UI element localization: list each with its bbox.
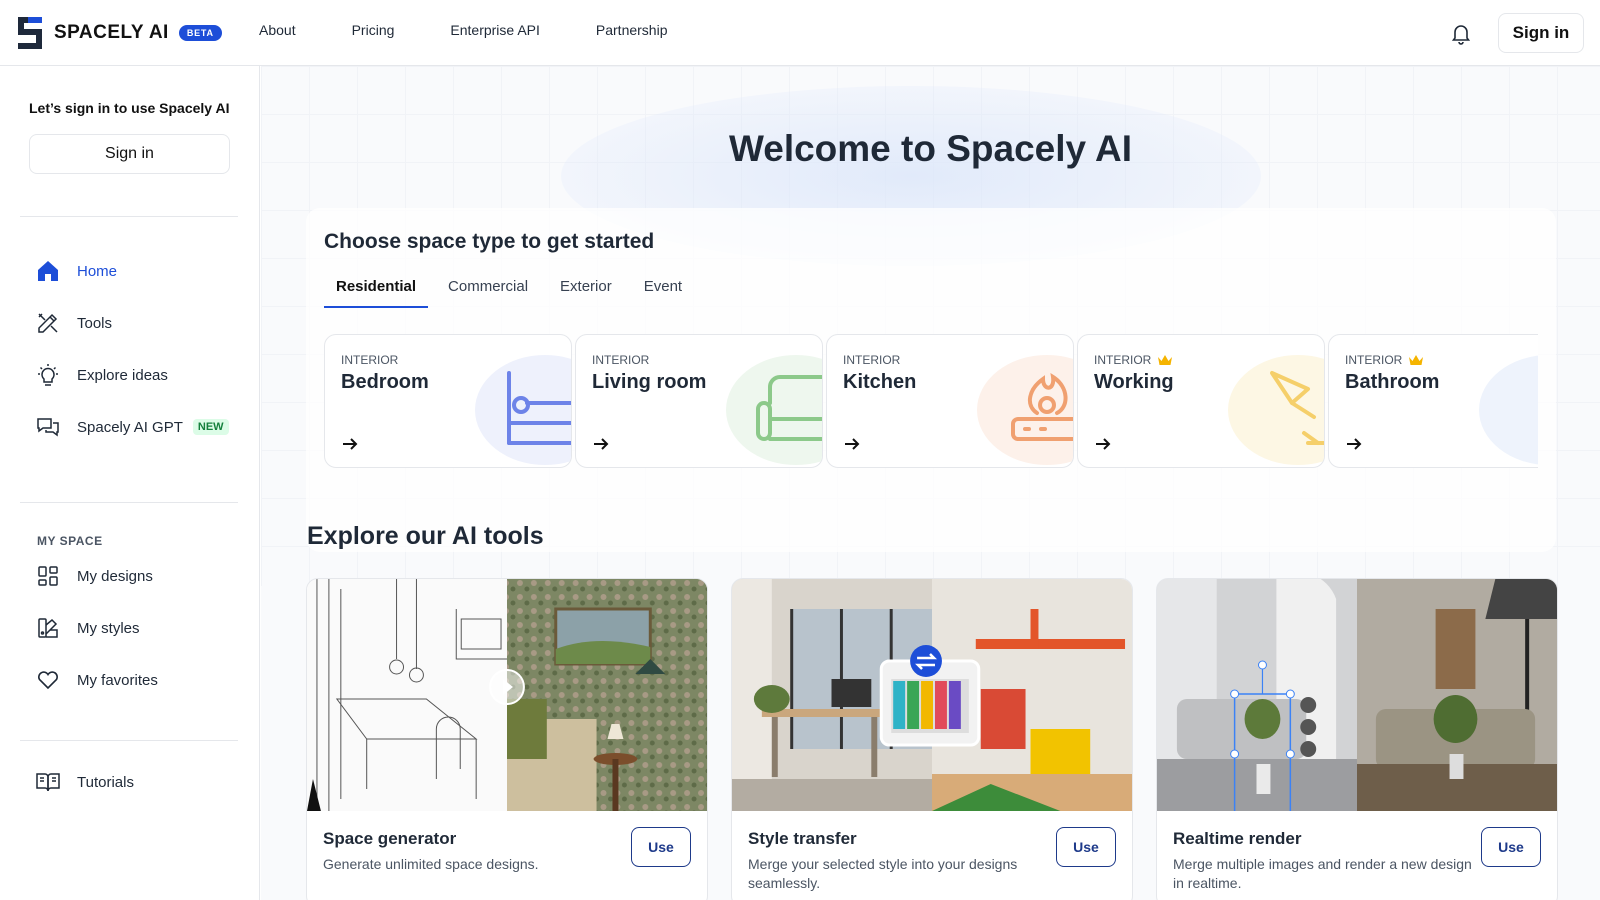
use-realtime-render-button[interactable]: Use xyxy=(1481,827,1541,867)
room-name: Bathroom xyxy=(1345,371,1440,393)
sidebar-item-label: Tools xyxy=(77,314,113,332)
sidebar-item-tutorials[interactable]: Tutorials xyxy=(35,768,134,796)
arrow-right-icon xyxy=(1096,438,1111,450)
tab-event[interactable]: Event xyxy=(632,268,694,308)
sidebar-item-label: My designs xyxy=(77,567,153,585)
heart-icon xyxy=(38,671,58,690)
room-kind: INTERIOR xyxy=(843,353,901,367)
sidebar-item-label: Explore ideas xyxy=(77,366,168,384)
sidebar-item-tools[interactable]: Tools xyxy=(35,309,112,337)
sidebar-divider xyxy=(20,216,238,217)
home-icon xyxy=(38,261,58,281)
room-card-bedroom[interactable]: INTERIOR Bedroom xyxy=(324,334,572,468)
sidebar-divider xyxy=(20,502,238,503)
arrow-right-icon xyxy=(1347,438,1362,450)
room-kind: INTERIOR xyxy=(1094,353,1173,367)
tool-title: Style transfer xyxy=(748,829,857,848)
tab-residential[interactable]: Residential xyxy=(324,268,429,308)
tool-card-style-transfer: Style transfer Merge your selected style… xyxy=(731,578,1133,900)
sidebar: Let’s sign in to use Spacely AI Sign in … xyxy=(0,66,260,900)
sidebar-item-label: Tutorials xyxy=(77,773,134,791)
room-name: Living room xyxy=(592,371,707,393)
book-icon xyxy=(36,773,60,792)
my-space-heading: MY SPACE xyxy=(37,534,103,548)
room-name: Kitchen xyxy=(843,371,917,393)
brand-logo[interactable]: SPACELY AI BETA xyxy=(16,15,222,51)
tool-card-realtime-render: Realtime render Merge multiple images an… xyxy=(1156,578,1558,900)
sidebar-item-label: Spacely AI GPT xyxy=(77,418,183,436)
room-kind: INTERIOR xyxy=(341,353,399,367)
room-card-bathroom[interactable]: INTERIOR Bathroom xyxy=(1328,334,1538,468)
room-name: Working xyxy=(1094,371,1174,393)
arrow-right-icon xyxy=(845,438,860,450)
room-cards: INTERIOR Bedroom INTERIOR Living room IN… xyxy=(324,334,1538,468)
sidebar-item-my-favorites[interactable]: My favorites xyxy=(35,666,158,694)
signin-button-sidebar[interactable]: Sign in xyxy=(29,134,230,174)
main-content: Welcome to Spacely AI Choose space type … xyxy=(261,66,1600,900)
arrow-right-icon xyxy=(343,438,358,450)
sidebar-item-my-styles[interactable]: My styles xyxy=(35,614,140,642)
spacely-logo-icon xyxy=(18,17,42,49)
palette-icon xyxy=(38,618,58,638)
use-style-transfer-button[interactable]: Use xyxy=(1056,827,1116,867)
space-type-card: Choose space type to get started Residen… xyxy=(306,208,1556,552)
top-bar: SPACELY AI BETA About Pricing Enterprise… xyxy=(0,0,1600,66)
sidebar-item-home[interactable]: Home xyxy=(35,257,117,285)
brand-name: SPACELY AI xyxy=(54,22,169,43)
sidebar-item-explore-ideas[interactable]: Explore ideas xyxy=(35,361,168,389)
room-kind: INTERIOR xyxy=(592,353,650,367)
explore-tools-heading: Explore our AI tools xyxy=(307,522,544,550)
sidebar-item-spacely-gpt[interactable]: Spacely AI GPT NEW xyxy=(35,413,229,441)
sidebar-item-label: Home xyxy=(77,262,118,280)
page-title: Welcome to Spacely AI xyxy=(728,128,1133,169)
bell-icon[interactable] xyxy=(1449,21,1473,45)
new-badge: NEW xyxy=(192,419,229,435)
nav-enterprise-api[interactable]: Enterprise API xyxy=(450,22,540,38)
nav-pricing[interactable]: Pricing xyxy=(352,22,395,38)
tool-description: Merge multiple images and render a new d… xyxy=(1173,856,1472,891)
bed-icon xyxy=(507,371,571,445)
arrow-right-icon xyxy=(594,438,609,450)
tool-title: Realtime render xyxy=(1173,829,1302,848)
sidebar-divider xyxy=(20,740,238,741)
tool-description: Merge your selected style into your desi… xyxy=(748,856,1018,891)
sofa-icon xyxy=(756,375,822,441)
room-card-kitchen[interactable]: INTERIOR Kitchen xyxy=(826,334,1074,468)
room-blob xyxy=(1479,355,1538,465)
tools-icon xyxy=(38,313,58,333)
tab-exterior[interactable]: Exterior xyxy=(548,268,624,308)
tool-description: Generate unlimited space designs. xyxy=(323,856,539,872)
crown-icon xyxy=(1409,355,1424,365)
space-type-tabs: Residential Commercial Exterior Event xyxy=(324,268,702,308)
sidebar-item-my-designs[interactable]: My designs xyxy=(35,562,153,590)
use-space-generator-button[interactable]: Use xyxy=(631,827,691,867)
style-transfer-preview-image xyxy=(732,579,1132,811)
room-name: Bedroom xyxy=(341,371,429,393)
desk-lamp-icon xyxy=(1270,371,1324,445)
stove-icon xyxy=(1011,373,1073,441)
tab-commercial[interactable]: Commercial xyxy=(436,268,540,308)
top-nav: About Pricing Enterprise API Partnership xyxy=(259,22,723,38)
realtime-render-preview-image xyxy=(1157,579,1557,811)
room-kind: INTERIOR xyxy=(1345,353,1424,367)
signin-button-header[interactable]: Sign in xyxy=(1498,13,1584,53)
grid-icon xyxy=(38,566,58,586)
chat-bubbles-icon xyxy=(37,418,59,437)
space-generator-preview-image xyxy=(307,579,707,811)
tool-card-space-generator: Space generator Generate unlimited space… xyxy=(306,578,708,900)
nav-about[interactable]: About xyxy=(259,22,296,38)
beta-badge: BETA xyxy=(178,25,222,41)
sidebar-item-label: My styles xyxy=(77,619,140,637)
room-card-working[interactable]: INTERIOR Working xyxy=(1077,334,1325,468)
space-type-heading: Choose space type to get started xyxy=(324,230,655,253)
tool-title: Space generator xyxy=(323,829,457,848)
signin-prompt: Let’s sign in to use Spacely AI xyxy=(29,100,230,116)
nav-partnership[interactable]: Partnership xyxy=(596,22,668,38)
room-card-living-room[interactable]: INTERIOR Living room xyxy=(575,334,823,468)
crown-icon xyxy=(1158,355,1173,365)
lightbulb-icon xyxy=(38,364,58,386)
sidebar-item-label: My favorites xyxy=(77,671,158,689)
